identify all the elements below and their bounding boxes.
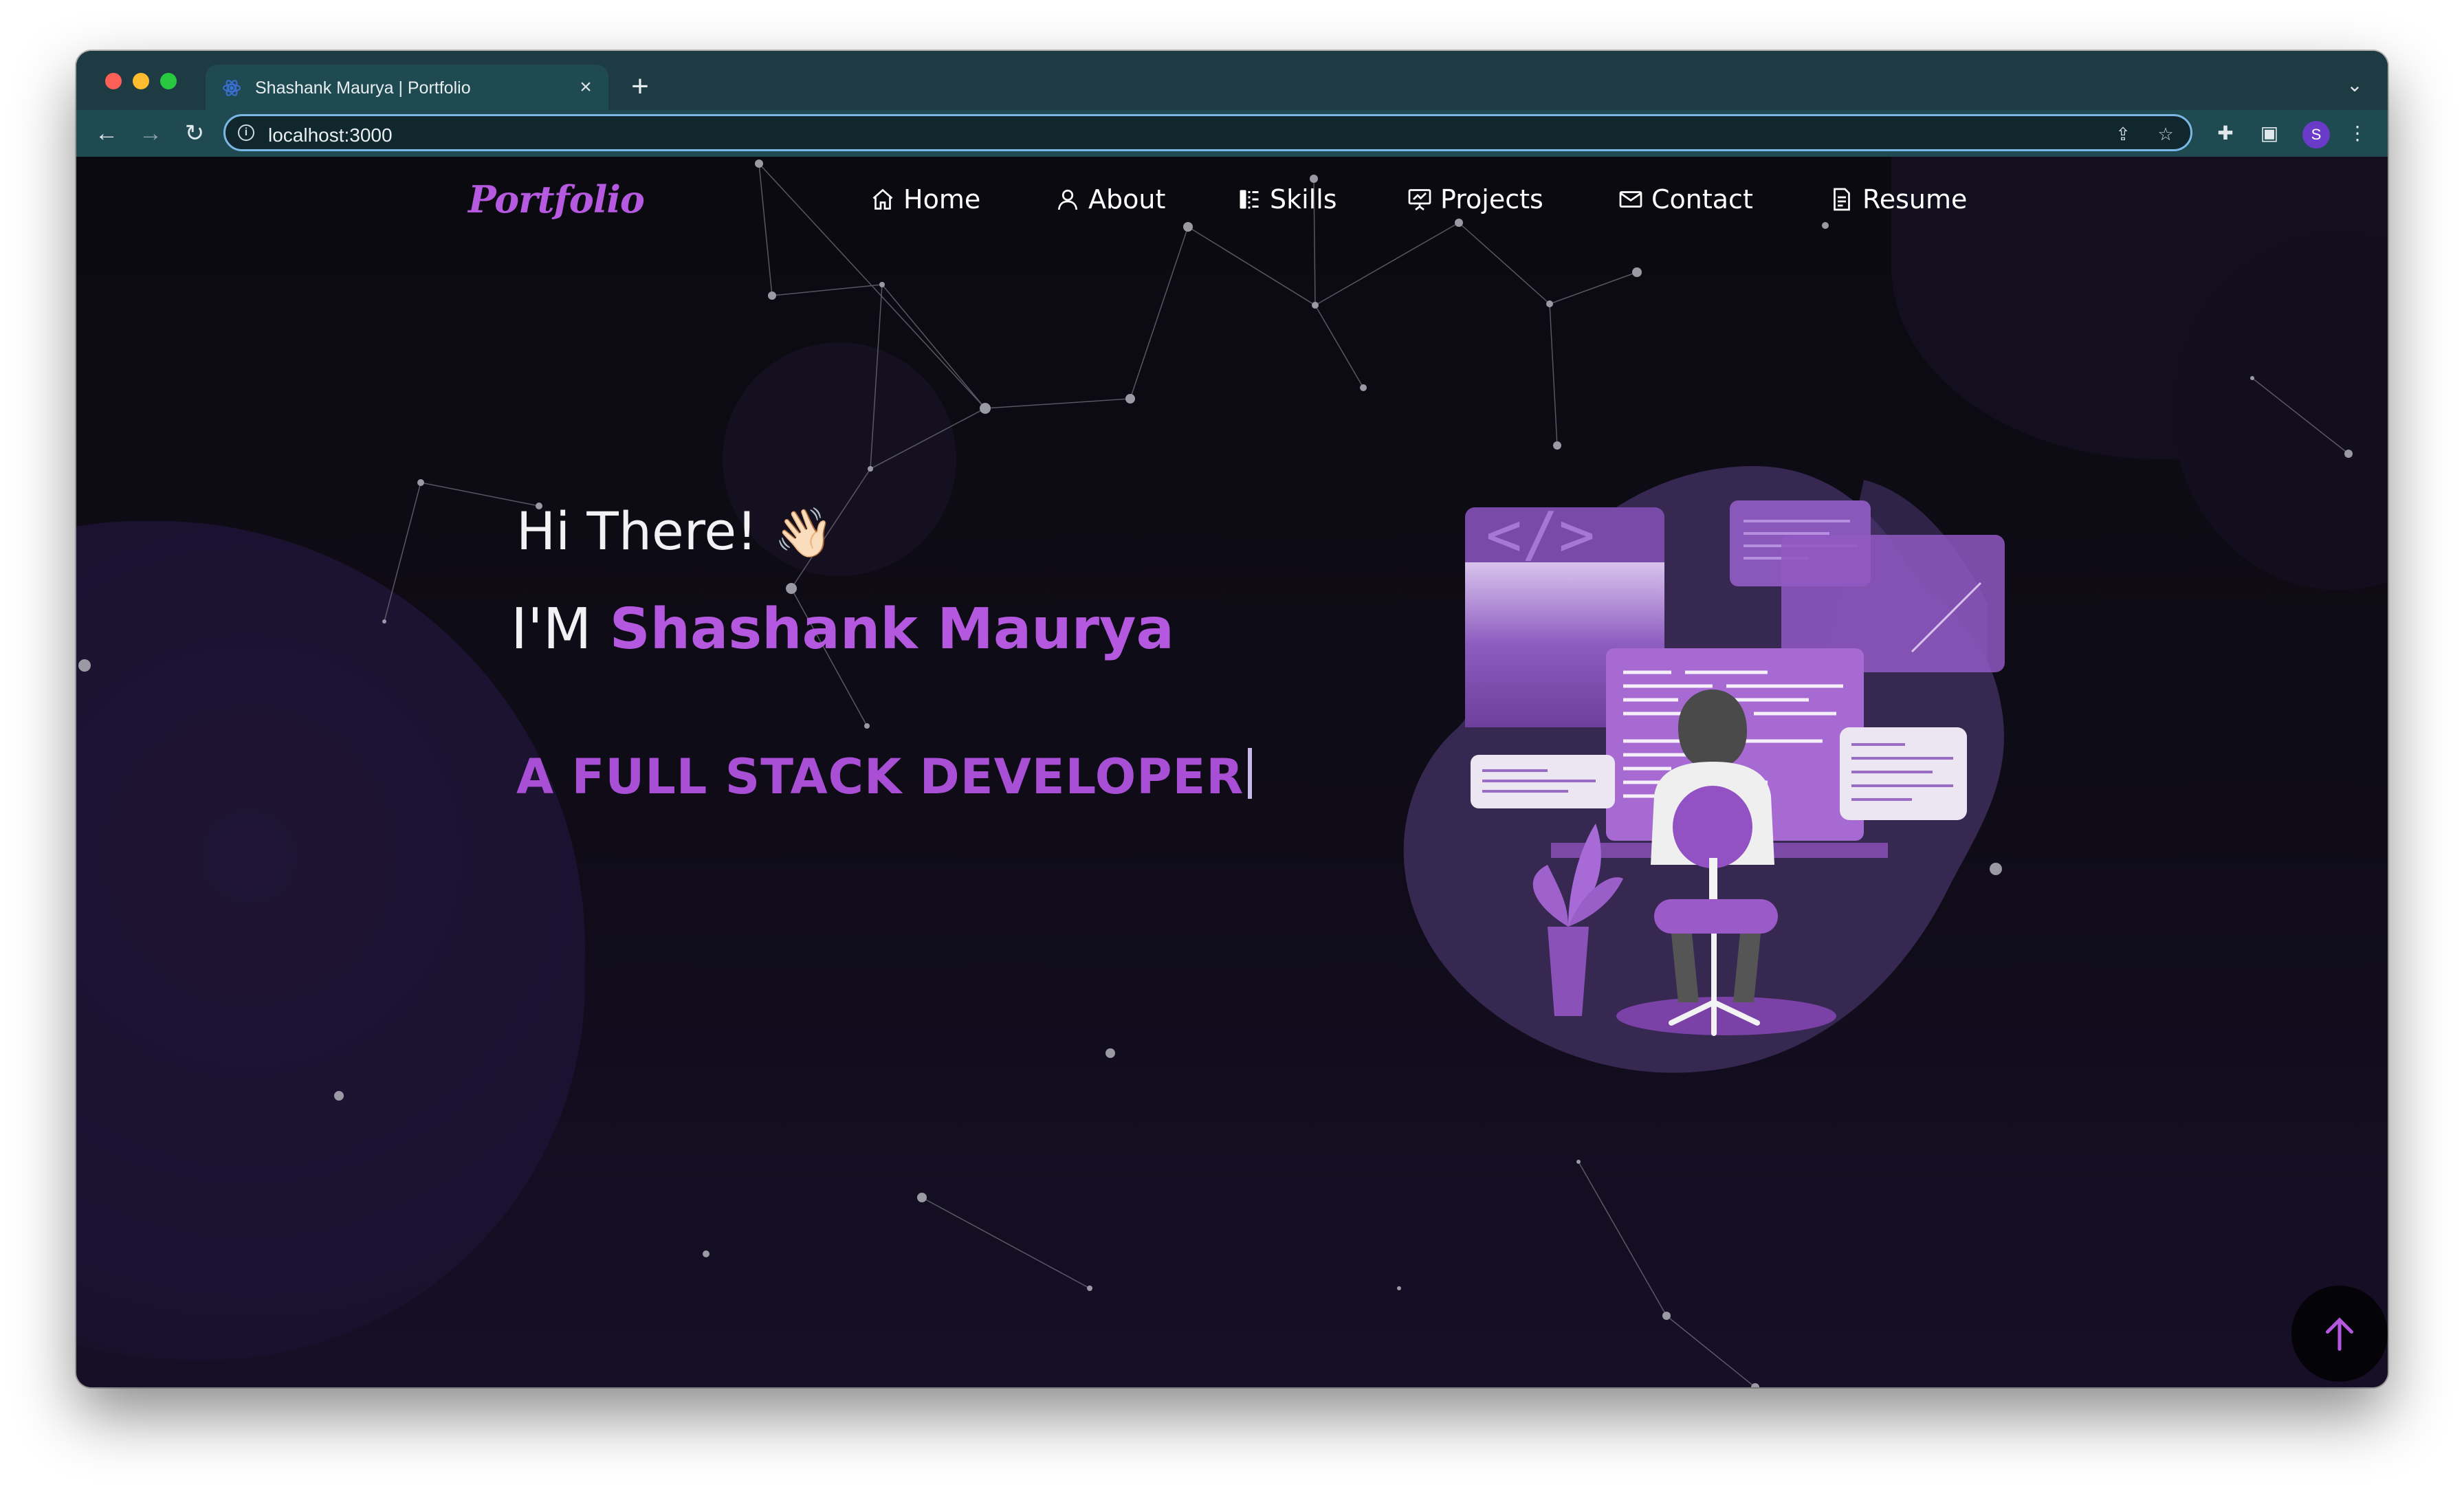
address-url: localhost:3000 — [268, 124, 393, 146]
nav-skills-label: Skills — [1270, 184, 1337, 214]
nav-contact[interactable]: Contact — [1618, 180, 1753, 219]
chevron-down-icon[interactable]: ⌄ — [2341, 71, 2368, 99]
site-logo[interactable]: Portfolio — [468, 177, 645, 221]
share-icon[interactable]: ⇪ — [2111, 122, 2135, 146]
window-maximize-button[interactable] — [160, 73, 177, 89]
presentation-icon — [1408, 189, 1431, 211]
arrow-up-icon — [2326, 1317, 2353, 1351]
react-favicon-icon — [223, 80, 241, 96]
side-panel-icon[interactable]: ▣ — [2256, 120, 2283, 147]
bookmark-star-icon[interactable]: ☆ — [2153, 122, 2178, 146]
nav-resume-label: Resume — [1862, 184, 1968, 214]
extensions-icon[interactable]: ✚ — [2212, 120, 2239, 147]
hero-typewriter-role: A FULL STACK DEVELOPER — [516, 748, 1253, 805]
window-minimize-button[interactable] — [133, 73, 149, 89]
nav-contact-label: Contact — [1651, 184, 1753, 214]
svg-text:</>: </> — [1486, 499, 1595, 570]
plus-icon[interactable]: + — [619, 66, 661, 107]
address-bar[interactable]: i localhost:3000 ⇪ ☆ — [223, 114, 2192, 151]
scroll-to-top-button[interactable] — [2291, 1286, 2388, 1382]
typewriter-cursor — [1248, 748, 1253, 799]
nav-about[interactable]: About — [1055, 180, 1165, 219]
skills-icon — [1240, 190, 1259, 209]
hero-name-accent: Shashank Maurya — [609, 597, 1174, 662]
nav-skills[interactable]: Skills — [1237, 180, 1337, 219]
developer-illustration: </> — [1403, 466, 2005, 1073]
browser-window: Shashank Maurya | Portfolio × + ⌄ ← → ↻ … — [76, 51, 2388, 1387]
back-icon[interactable]: ← — [90, 117, 123, 150]
browser-toolbar: ← → ↻ i localhost:3000 ⇪ ☆ ✚ ▣ S ⋮ — [76, 110, 2388, 157]
user-icon — [1057, 189, 1078, 210]
browser-titlebar: Shashank Maurya | Portfolio × + ⌄ — [76, 51, 2388, 111]
nav-projects[interactable]: Projects — [1407, 180, 1543, 219]
tab-title: Shashank Maurya | Portfolio — [255, 78, 471, 98]
nav-projects-label: Projects — [1440, 184, 1543, 214]
nav-about-label: About — [1088, 184, 1166, 214]
nav-resume[interactable]: Resume — [1829, 180, 1967, 219]
page-viewport: Portfolio Home About Skills Projects Con… — [76, 157, 2388, 1387]
window-close-button[interactable] — [105, 73, 122, 89]
nav-home-label: Home — [903, 184, 981, 214]
waving-hand-icon: 👋🏻 — [773, 505, 834, 561]
hero-greeting: Hi There! 👋🏻 — [516, 500, 834, 562]
hero-name: I'M Shashank Maurya — [511, 597, 1174, 662]
nav-home[interactable]: Home — [870, 180, 980, 219]
hero-role-text: A FULL STACK DEVELOPER — [516, 749, 1244, 805]
mail-icon — [1619, 191, 1642, 208]
home-icon — [872, 188, 893, 210]
forward-icon[interactable]: → — [134, 117, 167, 150]
site-info-icon[interactable]: i — [238, 124, 254, 141]
reload-icon[interactable]: ↻ — [178, 117, 211, 150]
hero-im: I'M — [511, 597, 592, 662]
profile-avatar[interactable]: S — [2302, 121, 2330, 148]
browser-tab[interactable]: Shashank Maurya | Portfolio × — [206, 65, 608, 111]
document-icon — [1834, 188, 1850, 211]
menu-kebab-icon[interactable]: ⋮ — [2344, 120, 2371, 147]
hero-greeting-text: Hi There! — [516, 500, 758, 562]
close-icon[interactable]: × — [573, 74, 599, 100]
